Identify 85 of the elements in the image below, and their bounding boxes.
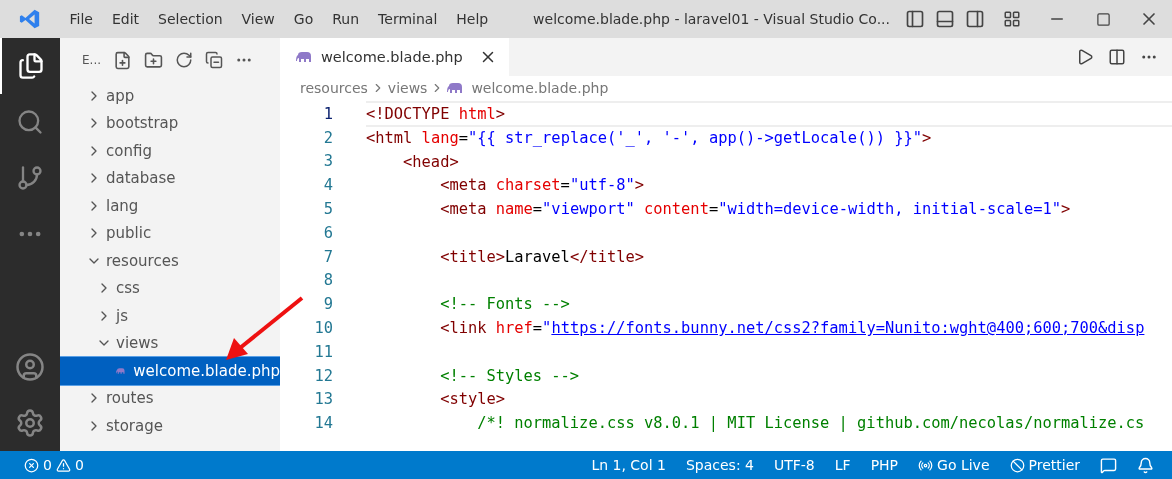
folder-item[interactable]: views — [60, 329, 280, 357]
folder-item[interactable]: bootstrap — [60, 109, 280, 137]
go-live-button[interactable]: Go Live — [908, 457, 1000, 473]
code-line: <!DOCTYPE html> — [366, 100, 1172, 127]
new-folder-icon[interactable] — [144, 50, 164, 70]
settings-icon[interactable] — [15, 408, 45, 438]
line-number: 11 — [313, 342, 333, 361]
line-number: 6 — [322, 223, 333, 242]
split-editor-icon[interactable] — [1108, 48, 1126, 66]
files-icon[interactable] — [17, 52, 45, 80]
bell-icon[interactable] — [1137, 456, 1154, 474]
app-logo-icon — [19, 8, 41, 30]
menu-item[interactable]: Run — [322, 11, 369, 27]
prettier-button[interactable]: Prettier — [999, 457, 1090, 473]
folder-item[interactable]: css — [60, 274, 280, 302]
code-line: <link href="https://fonts.bunny.net/css2?family=Nunito:wght@400;600;700&disp — [439, 318, 1146, 340]
code-line: <meta charset="utf-8"> — [439, 175, 646, 197]
code-line: /*! normalize.css v8.0.1 | MIT License | github.com/necolas/normalize.cs — [476, 413, 1146, 435]
status-item[interactable]: Ln 1, Col 1 — [581, 457, 676, 473]
menu-item[interactable]: Help — [446, 11, 498, 27]
line-number: 12 — [313, 366, 333, 385]
line-number: 13 — [313, 390, 333, 409]
folder-item[interactable]: public — [60, 219, 280, 247]
line-number: 9 — [322, 295, 333, 314]
panel-left-icon[interactable] — [905, 9, 925, 29]
explorer-entry[interactable]: welcome.blade.php — [60, 357, 280, 385]
line-number: 3 — [322, 152, 333, 171]
panel-right-icon[interactable] — [965, 9, 985, 29]
new-file-icon[interactable] — [113, 50, 133, 70]
code-line: <meta name="viewport" content="width=device-width, initial-scale=1"> — [439, 199, 1072, 221]
folder-item[interactable]: js — [60, 302, 280, 330]
editor-tab[interactable]: welcome.blade.php — [280, 38, 509, 76]
search-icon[interactable] — [16, 108, 44, 136]
menu-item[interactable]: Selection — [148, 11, 233, 27]
line-number: 2 — [322, 128, 333, 147]
feedback-icon[interactable] — [1100, 456, 1117, 474]
folder-item[interactable]: config — [60, 137, 280, 165]
folder-item[interactable]: database — [60, 164, 280, 192]
breadcrumb-item[interactable]: welcome.blade.php — [471, 80, 609, 96]
status-item[interactable]: Spaces: 4 — [675, 457, 764, 473]
maximize-icon[interactable] — [1095, 11, 1111, 27]
menu-item[interactable]: Go — [284, 11, 323, 27]
panel-bottom-icon[interactable] — [935, 9, 955, 29]
menu-item[interactable]: View — [232, 11, 285, 27]
breadcrumb-item[interactable]: resources — [300, 80, 368, 96]
circle-slash-icon — [1009, 457, 1025, 473]
folder-item[interactable]: storage — [60, 412, 280, 440]
folder-item[interactable]: resources — [60, 247, 280, 275]
refresh-icon[interactable] — [175, 51, 194, 69]
line-number: 5 — [322, 200, 333, 219]
status-item[interactable]: LF — [824, 457, 861, 473]
folder-item[interactable]: routes — [60, 384, 280, 412]
warning-icon — [55, 457, 71, 473]
menu-item[interactable]: Edit — [102, 11, 149, 27]
menu-item[interactable]: File — [60, 11, 103, 27]
elephant-icon — [296, 51, 313, 63]
line-number: 14 — [313, 414, 333, 433]
line-number: 1 — [322, 104, 333, 123]
menu-item[interactable]: Terminal — [368, 11, 447, 27]
code-line: <!-- Fonts --> — [439, 294, 571, 316]
play-icon[interactable] — [1076, 48, 1094, 66]
line-number: 8 — [322, 271, 333, 290]
status-item[interactable]: PHP — [860, 457, 909, 473]
collapse-icon[interactable] — [205, 51, 224, 69]
breadcrumb-item[interactable]: views — [387, 80, 428, 96]
error-icon — [24, 457, 39, 473]
folder-item[interactable]: lang — [60, 192, 280, 220]
code-line: <title>Laravel</title> — [439, 246, 645, 268]
line-number: 7 — [322, 247, 333, 266]
problems-indicator[interactable]: 0 0 — [14, 457, 94, 473]
line-number: 4 — [322, 176, 333, 195]
code-link[interactable]: https://fonts.bunny.net/css2?family=Nunito:wght@400;600;700&disp — [551, 319, 1145, 338]
code-line: <!-- Styles --> — [439, 365, 581, 387]
status-item[interactable]: UTF-8 — [763, 457, 825, 473]
elephant-icon — [447, 82, 465, 94]
window-title: welcome.blade.php - laravel01 - Visual Studio Co... — [532, 11, 891, 27]
line-number: 10 — [313, 319, 333, 338]
code-line: <style> — [439, 389, 506, 411]
account-icon[interactable] — [15, 352, 45, 382]
branch-icon[interactable] — [16, 164, 44, 192]
layout-icon[interactable] — [1003, 10, 1021, 28]
explorer-title: E... — [82, 53, 102, 67]
code-line: <html lang="{{ str_replace('_', '-', app()->getLocale()) }}"> — [366, 127, 933, 149]
folder-item[interactable]: app — [60, 82, 280, 110]
code-line: <head> — [402, 151, 460, 173]
